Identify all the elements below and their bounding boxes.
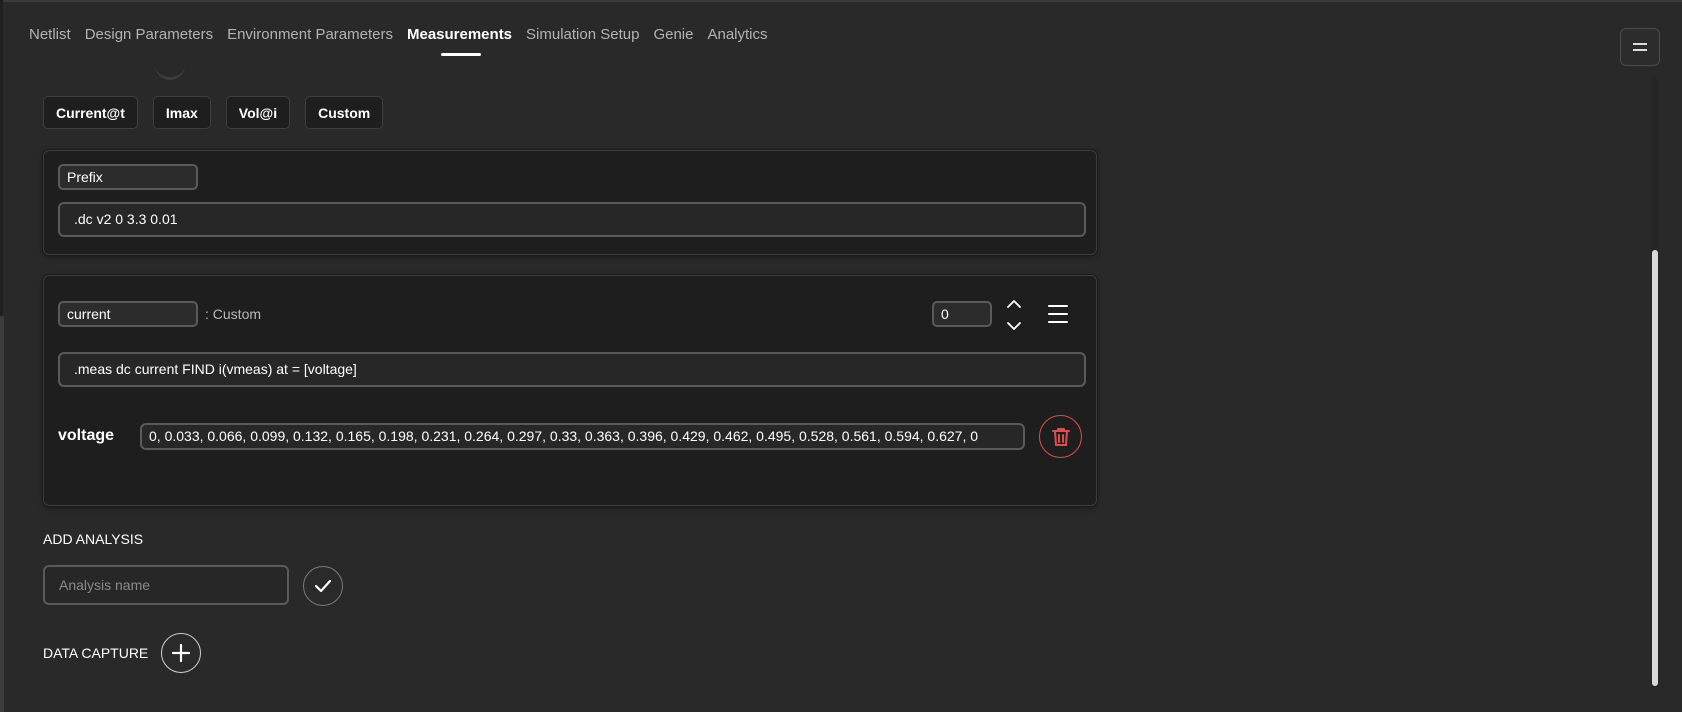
hamburger-icon[interactable]	[1620, 28, 1660, 66]
chevron-down-icon[interactable]	[1005, 319, 1023, 333]
measurement-name-field[interactable]: current	[58, 301, 198, 327]
vol-at-i-button[interactable]: Vol@i	[225, 96, 291, 129]
analysis-name-input[interactable]	[43, 565, 289, 605]
confirm-analysis-button[interactable]	[303, 566, 343, 606]
measurement-type-label: : Custom	[205, 306, 262, 322]
tab-design-parameters[interactable]: Design Parameters	[85, 26, 213, 51]
measurement-command-field[interactable]: .meas dc current FIND i(vmeas) at = [vol…	[58, 352, 1086, 387]
partial-hidden-element	[155, 60, 185, 80]
window-top-edge	[0, 0, 1682, 2]
add-analysis-label: ADD ANALYSIS	[43, 531, 144, 547]
check-icon	[314, 579, 332, 593]
tab-simulation-setup[interactable]: Simulation Setup	[526, 26, 639, 51]
prefix-panel: Prefix .dc v2 0 3.3 0.01	[43, 150, 1097, 255]
tab-netlist[interactable]: Netlist	[29, 26, 71, 51]
param-values-field[interactable]: 0, 0.033, 0.066, 0.099, 0.132, 0.165, 0.…	[140, 423, 1025, 450]
tab-genie[interactable]: Genie	[653, 26, 693, 51]
custom-button[interactable]: Custom	[305, 96, 384, 129]
tab-analytics[interactable]: Analytics	[707, 26, 767, 51]
trash-icon	[1051, 427, 1070, 446]
tab-environment-parameters[interactable]: Environment Parameters	[227, 26, 393, 51]
tab-measurements[interactable]: Measurements	[407, 26, 512, 56]
measurement-panel: current : Custom 0 .meas dc current FIND…	[43, 275, 1097, 506]
chevron-up-icon[interactable]	[1005, 297, 1023, 311]
left-resize-handle[interactable]	[0, 316, 4, 712]
current-at-t-button[interactable]: Current@t	[43, 96, 138, 129]
prefix-command-field[interactable]: .dc v2 0 3.3 0.01	[58, 202, 1086, 237]
list-menu-icon[interactable]	[1048, 305, 1068, 323]
plus-icon	[171, 643, 191, 663]
tab-bar: Netlist Design Parameters Environment Pa…	[29, 26, 768, 56]
delete-param-button[interactable]	[1039, 415, 1082, 458]
data-capture-label: DATA CAPTURE	[43, 645, 149, 661]
measure-type-buttons: Current@t Imax Vol@i Custom	[43, 96, 384, 129]
scrollbar-thumb[interactable]	[1652, 250, 1658, 686]
add-data-capture-button[interactable]	[161, 633, 201, 673]
imax-button[interactable]: Imax	[152, 96, 211, 129]
param-label: voltage	[58, 427, 115, 444]
order-field[interactable]: 0	[932, 301, 992, 327]
prefix-name-field[interactable]: Prefix	[58, 164, 198, 190]
